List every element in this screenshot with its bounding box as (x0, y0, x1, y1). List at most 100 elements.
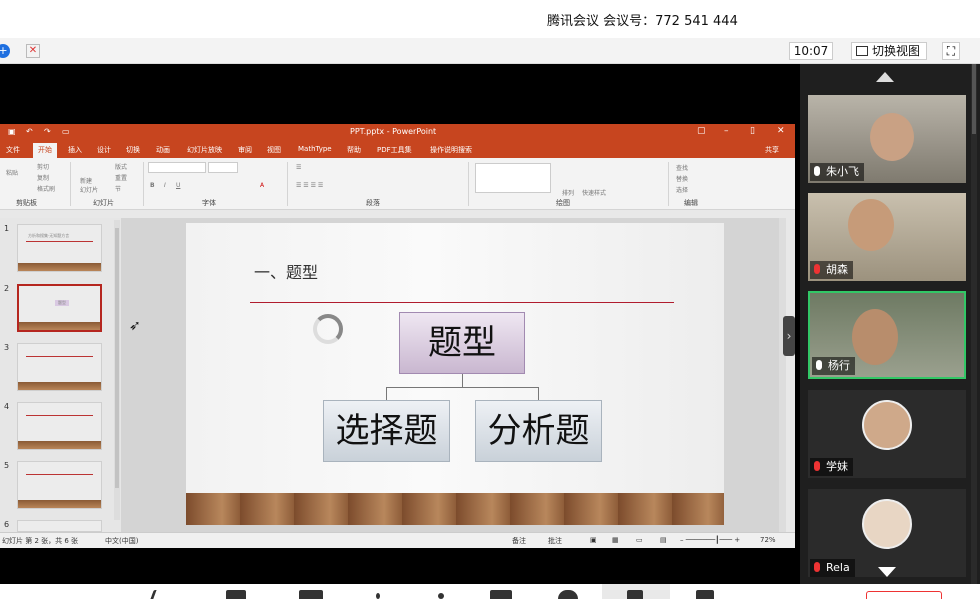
tab-home[interactable]: 开始 (33, 143, 57, 158)
avatar (862, 499, 912, 549)
slide-info: 幻灯片 第 2 张，共 6 张 (2, 537, 79, 545)
ppt-title-bar: ▣ ↶ ↷ ▭ PPT.pptx - PowerPoint ▢ – ▯ ✕ (0, 124, 795, 142)
thumbnail-scrollbar[interactable] (114, 220, 120, 520)
participant-name: 杨行 (828, 359, 850, 372)
collapse-panel-handle[interactable]: › (783, 316, 795, 356)
participant-tile[interactable]: 学妹 (808, 390, 966, 478)
new-slide-button[interactable]: 新建 幻灯片 (80, 176, 98, 194)
tab-pdf[interactable]: PDF工具集 (377, 145, 412, 155)
editor-scrollbar[interactable] (779, 218, 786, 532)
tell-me-search[interactable]: 操作说明搜索 (430, 145, 472, 155)
scroll-down-icon[interactable] (878, 567, 896, 577)
participant-name: 朱小飞 (826, 165, 859, 178)
slide-number: 1 (4, 224, 10, 233)
participant-tile-speaking[interactable]: 杨行 (808, 291, 966, 379)
font-size-input[interactable] (208, 162, 238, 173)
slide-thumbnail[interactable] (17, 520, 102, 532)
font-color-icon[interactable]: A (260, 182, 264, 189)
tab-transitions[interactable]: 切换 (126, 145, 140, 155)
slide-thumbnail[interactable] (17, 461, 102, 509)
diagram-box-left[interactable]: 选择题 (323, 400, 450, 462)
quick-styles-button[interactable]: 快速样式 (582, 188, 606, 197)
shapes-gallery[interactable] (475, 163, 551, 193)
replace-button[interactable]: 替换 (676, 174, 688, 183)
ppt-tab-row: 文件 开始 插入 设计 切换 动画 幻灯片放映 审阅 视图 MathType 帮… (0, 142, 795, 158)
ppt-window-title: PPT.pptx - PowerPoint (350, 127, 437, 136)
slide-thumbnail-selected[interactable]: 题型 (17, 284, 102, 332)
tab-slideshow[interactable]: 幻灯片放映 (187, 145, 222, 155)
scroll-up-icon[interactable] (876, 72, 894, 82)
slide-thumbnail[interactable] (17, 343, 102, 391)
switch-view-button[interactable]: 切换视图 (851, 42, 927, 60)
layout-button[interactable]: 版式 (115, 162, 127, 171)
select-button[interactable]: 选择 (676, 185, 688, 194)
video-icon[interactable] (226, 590, 246, 599)
reaction-icon[interactable] (558, 590, 578, 599)
language[interactable]: 中文(中国) (105, 536, 138, 546)
paste-button[interactable]: 粘贴 (6, 168, 18, 177)
maximize-icon[interactable]: ▯ (750, 126, 755, 136)
group-editing: 编辑 (684, 199, 698, 207)
share-button[interactable]: 共享 (765, 145, 779, 155)
save-icon[interactable]: ▣ (8, 127, 16, 136)
normal-view-icon[interactable]: ▣ (590, 536, 597, 544)
tab-view[interactable]: 视图 (267, 145, 281, 155)
italic-icon[interactable]: I (164, 182, 166, 189)
share-screen-icon[interactable] (299, 590, 323, 599)
tab-help[interactable]: 帮助 (347, 145, 361, 155)
tab-review[interactable]: 审阅 (238, 145, 252, 155)
align-icon[interactable]: ☰ ☰ ☰ ☰ (296, 182, 323, 189)
stop-share-icon[interactable]: ✕ (26, 44, 40, 58)
participants-icon[interactable] (376, 593, 380, 599)
comments-button[interactable]: 批注 (548, 536, 562, 546)
diagram-box-main[interactable]: 题型 (399, 312, 525, 374)
underline-icon[interactable]: U (176, 182, 180, 189)
participant-tile[interactable]: 朱小飞 (808, 95, 966, 183)
end-meeting-button[interactable] (866, 591, 942, 599)
reset-button[interactable]: 重置 (115, 173, 127, 182)
tab-insert[interactable]: 插入 (68, 145, 82, 155)
notes-button[interactable]: 备注 (512, 536, 526, 546)
ribbon-display-icon[interactable]: ▢ (697, 126, 706, 136)
tab-animations[interactable]: 动画 (156, 145, 170, 155)
reading-view-icon[interactable]: ▭ (636, 536, 643, 544)
minimize-icon[interactable]: – (724, 126, 729, 136)
diagram-box-right[interactable]: 分析题 (475, 400, 602, 462)
slide-thumbnail-pane: 1 方析和搜集·无知题方言 2 题型 3 4 5 6 (0, 218, 121, 532)
copy-button[interactable]: 复制 (37, 173, 49, 182)
arrange-button[interactable]: 排列 (562, 188, 574, 197)
apps-icon[interactable] (490, 590, 512, 599)
tab-design[interactable]: 设计 (97, 145, 111, 155)
slideshow-view-icon[interactable]: ▤ (660, 536, 667, 544)
participant-tile[interactable]: Rela (808, 489, 966, 577)
redo-icon[interactable]: ↷ (44, 127, 51, 136)
current-slide[interactable]: 一、题型 题型 选择题 分析题 (186, 223, 724, 525)
cut-button[interactable]: 剪切 (37, 162, 49, 171)
close-icon[interactable]: ✕ (777, 126, 785, 136)
participant-tile[interactable]: 胡森 (808, 193, 966, 281)
section-button[interactable]: 节 (115, 184, 121, 193)
find-button[interactable]: 查找 (676, 163, 688, 172)
tab-file[interactable]: 文件 (6, 145, 20, 155)
panel-scrollbar[interactable] (971, 64, 977, 584)
zoom-slider[interactable]: – ───────┃─── + (680, 536, 740, 544)
undo-icon[interactable]: ↶ (26, 127, 33, 136)
sorter-view-icon[interactable]: ▦ (612, 536, 619, 544)
bullets-icon[interactable]: ☰ (296, 164, 301, 171)
font-name-input[interactable] (148, 162, 206, 173)
document-icon[interactable] (627, 590, 643, 599)
fullscreen-icon[interactable]: ⛶ (942, 42, 960, 60)
format-painter-button[interactable]: 格式刷 (37, 184, 55, 193)
slide-thumbnail[interactable]: 方析和搜集·无知题方言 (17, 224, 102, 272)
participant-name-label: Rela (810, 559, 855, 577)
zoom-level[interactable]: 72% (760, 536, 776, 544)
bold-icon[interactable]: B (150, 182, 155, 189)
add-icon[interactable]: + (0, 44, 10, 58)
heading-rule (250, 302, 674, 303)
layout-icon[interactable] (696, 590, 714, 599)
tab-mathtype[interactable]: MathType (298, 145, 332, 153)
mute-icon[interactable] (150, 590, 168, 599)
start-slideshow-icon[interactable]: ▭ (62, 127, 70, 136)
invite-icon[interactable] (438, 593, 444, 599)
slide-thumbnail[interactable] (17, 402, 102, 450)
